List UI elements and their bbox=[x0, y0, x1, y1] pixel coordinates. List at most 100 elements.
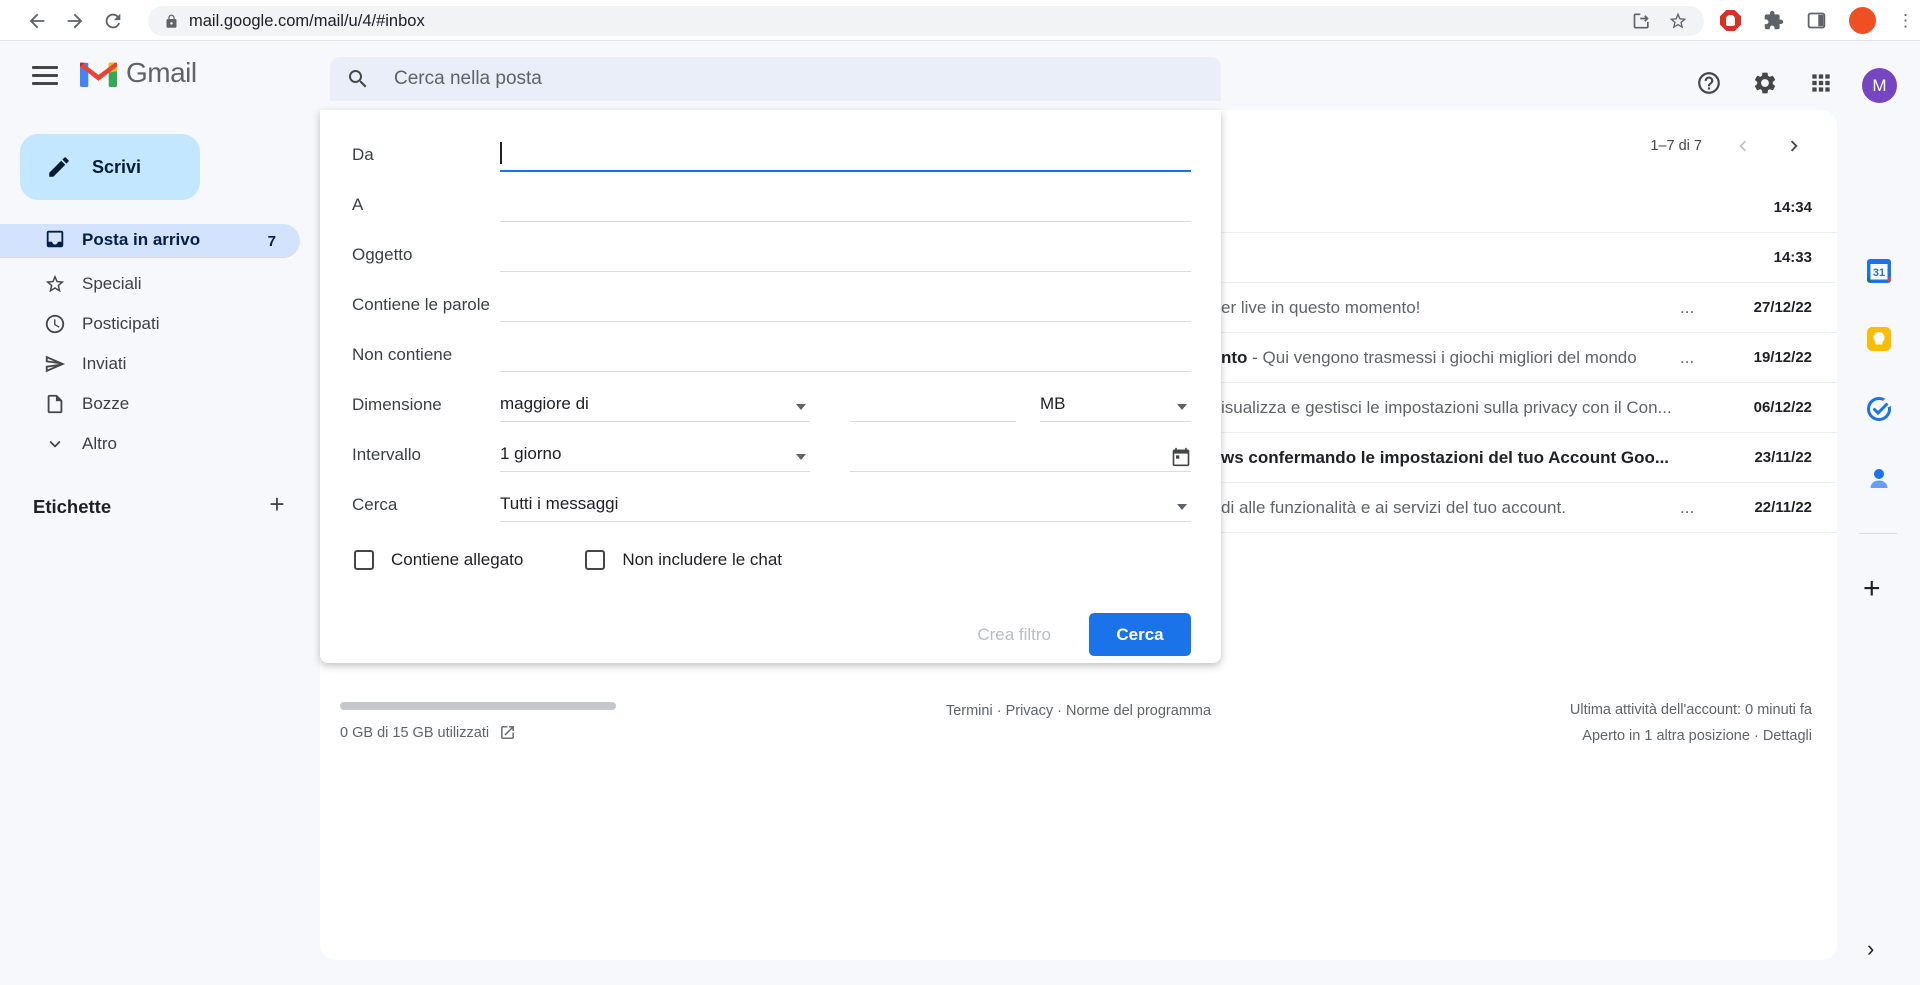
dropdown-arrow-icon bbox=[796, 454, 806, 460]
has-attachment-checkbox[interactable] bbox=[354, 550, 374, 570]
adblock-extension-icon[interactable] bbox=[1720, 10, 1741, 31]
sidebar-item-label: Bozze bbox=[82, 394, 129, 414]
search-icon[interactable] bbox=[346, 67, 370, 91]
browser-profile-avatar[interactable] bbox=[1849, 7, 1876, 34]
dropdown-arrow-icon bbox=[796, 404, 806, 410]
sidebar-item-label: Altro bbox=[82, 434, 117, 454]
mail-row-date: 19/12/22 bbox=[1726, 349, 1812, 366]
search-scope-select[interactable]: Tutti i messaggi bbox=[500, 488, 1191, 522]
calendar-icon[interactable]: 31 bbox=[1865, 257, 1893, 285]
to-input[interactable] bbox=[500, 188, 1191, 222]
contacts-icon[interactable] bbox=[1865, 465, 1893, 493]
bookmark-star-icon[interactable] bbox=[1668, 11, 1688, 31]
account-avatar[interactable]: M bbox=[1862, 68, 1897, 103]
size-unit-value: MB bbox=[1040, 394, 1066, 414]
inbox-unread-count: 7 bbox=[268, 233, 276, 250]
exclude-chats-checkbox[interactable] bbox=[585, 550, 605, 570]
side-panel-icon[interactable] bbox=[1806, 10, 1827, 31]
subject-input[interactable] bbox=[500, 238, 1191, 272]
side-panel-rail: 31 + › bbox=[1837, 110, 1920, 985]
date-range-value: 1 giorno bbox=[500, 444, 561, 464]
chevron-down-icon bbox=[44, 433, 66, 455]
mail-row-snippet: isualizza e gestisci le impostazioni sul… bbox=[1221, 398, 1672, 417]
sidebar-item-snoozed[interactable]: Posticipati bbox=[0, 304, 300, 344]
includes-words-input[interactable] bbox=[500, 288, 1191, 322]
sidebar-item-label: Inviati bbox=[82, 354, 126, 374]
sidebar-item-label: Speciali bbox=[82, 274, 142, 294]
star-icon bbox=[44, 273, 66, 295]
advanced-search-panel: Da A Oggetto Contiene le parole Non cont… bbox=[320, 110, 1221, 663]
compose-button[interactable]: Scrivi bbox=[20, 134, 200, 200]
field-label-size: Dimensione bbox=[352, 395, 500, 415]
send-icon bbox=[44, 353, 66, 375]
search-placeholder: Cerca nella posta bbox=[394, 68, 542, 90]
storage-usage: 0 GB di 15 GB utilizzati bbox=[340, 724, 516, 741]
exclude-chats-label: Non includere le chat bbox=[622, 550, 782, 570]
labels-header: Etichette bbox=[33, 496, 111, 518]
field-label-from: Da bbox=[352, 145, 500, 165]
url-text: mail.google.com/mail/u/4/#inbox bbox=[189, 12, 1632, 31]
from-input[interactable] bbox=[500, 138, 1191, 172]
mail-row-snippet: di alle funzionalità e ai servizi del tu… bbox=[1221, 498, 1566, 517]
search-scope-value: Tutti i messaggi bbox=[500, 494, 618, 514]
pencil-icon bbox=[46, 154, 72, 180]
size-unit-select[interactable]: MB bbox=[1040, 388, 1191, 422]
add-addon-icon[interactable]: + bbox=[1863, 572, 1881, 606]
mail-row-date: 06/12/22 bbox=[1726, 399, 1812, 416]
sidebar-item-more[interactable]: Altro bbox=[0, 424, 300, 464]
collapse-side-panel-icon[interactable]: › bbox=[1867, 936, 1874, 962]
search-submit-button[interactable]: Cerca bbox=[1089, 613, 1191, 656]
keep-icon[interactable] bbox=[1865, 325, 1893, 353]
size-operator-select[interactable]: maggiore di bbox=[500, 388, 810, 422]
mail-search-bar[interactable]: Cerca nella posta bbox=[330, 57, 1221, 101]
sidebar-item-starred[interactable]: Speciali bbox=[0, 264, 300, 304]
account-activity-line2[interactable]: Aperto in 1 altra posizione · Dettagli bbox=[1582, 728, 1812, 744]
browser-toolbar: mail.google.com/mail/u/4/#inbox ⋮ bbox=[0, 0, 1920, 41]
settings-gear-icon[interactable] bbox=[1752, 70, 1778, 96]
browser-reload-icon[interactable] bbox=[102, 10, 124, 32]
browser-back-icon[interactable] bbox=[26, 10, 48, 32]
compose-label: Scrivi bbox=[92, 157, 141, 178]
sidebar-item-sent[interactable]: Inviati bbox=[0, 344, 300, 384]
excludes-words-input[interactable] bbox=[500, 338, 1191, 372]
mail-row-ellipsis: ... bbox=[1680, 498, 1726, 518]
mail-row-snippet: - Qui vengono trasmessi i giochi miglior… bbox=[1247, 348, 1636, 367]
url-bar[interactable]: mail.google.com/mail/u/4/#inbox bbox=[148, 6, 1704, 36]
lock-icon bbox=[164, 14, 179, 29]
help-icon[interactable] bbox=[1696, 70, 1722, 96]
field-label-to: A bbox=[352, 195, 500, 215]
mail-row-date: 27/12/22 bbox=[1726, 299, 1812, 316]
svg-text:31: 31 bbox=[1873, 267, 1885, 279]
open-in-new-icon[interactable] bbox=[499, 724, 516, 741]
field-label-subject: Oggetto bbox=[352, 245, 500, 265]
size-value-input[interactable] bbox=[850, 388, 1016, 422]
mail-row-snippet: er live in questo momento! bbox=[1221, 298, 1420, 317]
share-icon[interactable] bbox=[1632, 11, 1652, 31]
date-picker-calendar-icon[interactable] bbox=[1171, 447, 1191, 467]
add-label-icon[interactable]: + bbox=[262, 490, 292, 520]
sidebar-item-inbox[interactable]: Posta in arrivo 7 bbox=[0, 224, 300, 258]
browser-forward-icon[interactable] bbox=[64, 10, 86, 32]
older-page-icon[interactable] bbox=[1776, 128, 1812, 164]
sidebar-item-drafts[interactable]: Bozze bbox=[0, 384, 300, 424]
date-input[interactable] bbox=[850, 438, 1191, 472]
field-label-excludes: Non contiene bbox=[352, 345, 500, 365]
gmail-logo[interactable]: Gmail bbox=[80, 57, 197, 89]
field-label-scope: Cerca bbox=[352, 495, 500, 515]
draft-file-icon bbox=[44, 393, 66, 415]
rail-divider bbox=[1859, 533, 1897, 534]
tasks-icon[interactable] bbox=[1865, 395, 1893, 423]
extensions-puzzle-icon[interactable] bbox=[1763, 10, 1784, 31]
mail-row-subject: ws confermando le impostazioni del tuo A… bbox=[1221, 448, 1669, 467]
mail-row-date: 22/11/22 bbox=[1726, 499, 1812, 516]
browser-menu-icon[interactable]: ⋮ bbox=[1897, 9, 1914, 33]
dropdown-arrow-icon bbox=[1177, 504, 1187, 510]
main-menu-icon[interactable] bbox=[32, 63, 58, 87]
clock-icon bbox=[44, 313, 66, 335]
date-range-select[interactable]: 1 giorno bbox=[500, 438, 810, 472]
mail-row-date: 23/11/22 bbox=[1726, 449, 1812, 466]
newer-page-icon[interactable] bbox=[1725, 128, 1761, 164]
google-apps-grid-icon[interactable] bbox=[1808, 70, 1834, 96]
account-activity-line1: Ultima attività dell'account: 0 minuti f… bbox=[1570, 702, 1812, 718]
create-filter-button[interactable]: Crea filtro bbox=[977, 625, 1051, 645]
